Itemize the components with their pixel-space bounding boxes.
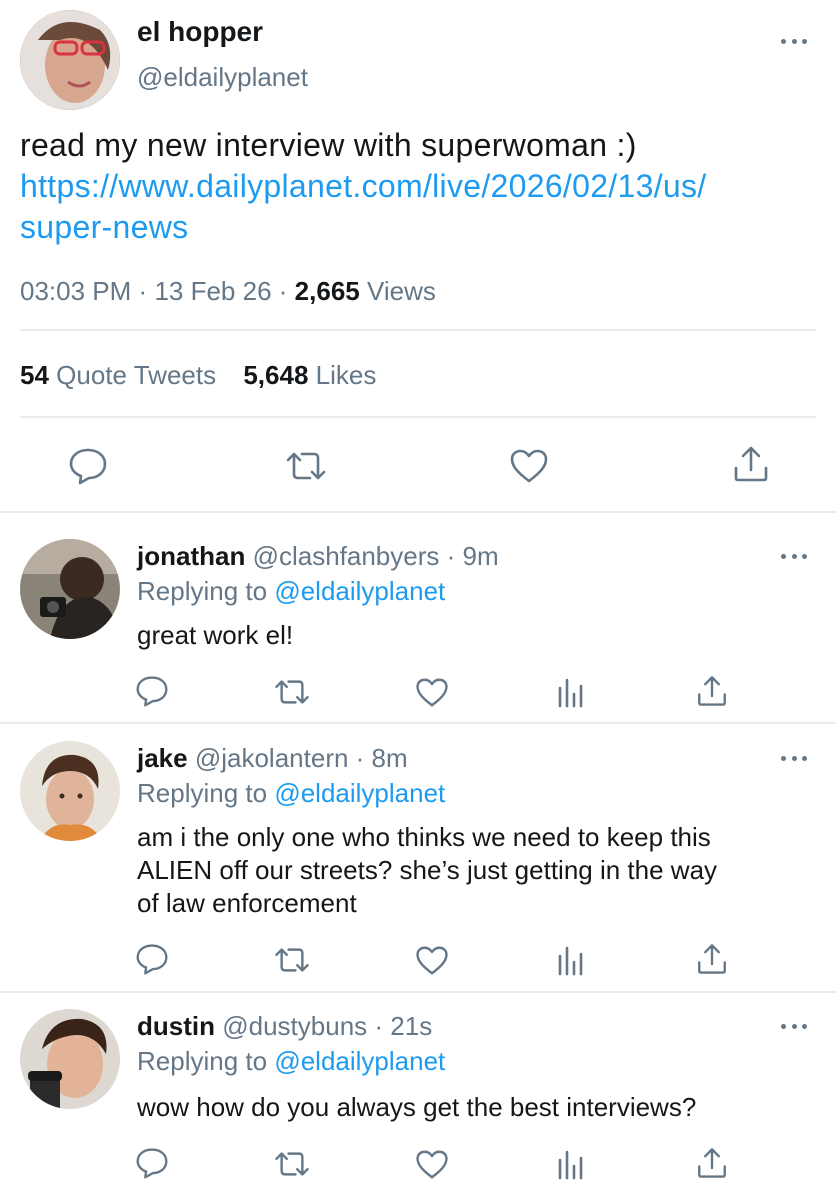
reply-icon[interactable] xyxy=(135,1147,169,1179)
replying-to-handle[interactable]: @eldailyplanet xyxy=(274,1046,445,1076)
engagement-stats: 54 Quote Tweets 5,648 Likes xyxy=(20,360,376,391)
reply-text-line: of law enforcement xyxy=(137,888,357,918)
more-icon[interactable] xyxy=(781,1022,807,1030)
tweet-time[interactable]: 03:03 PM xyxy=(20,276,131,306)
views-label: Views xyxy=(366,276,436,306)
meta-separator: · xyxy=(278,276,288,306)
share-icon[interactable] xyxy=(695,674,729,708)
views-count: 2,665 xyxy=(294,276,360,306)
tweet-date[interactable]: 13 Feb 26 xyxy=(154,276,271,306)
tweet-meta: 03:03 PM · 13 Feb 26 · 2,665 Views xyxy=(20,276,436,307)
divider xyxy=(20,416,816,418)
reply-author-name[interactable]: jake xyxy=(137,743,188,773)
share-icon[interactable] xyxy=(731,444,771,484)
reply-text-line: ALIEN off our streets? she’s just gettin… xyxy=(137,855,718,885)
reply-author-handle[interactable]: @dustybuns xyxy=(222,1011,367,1041)
likes-count: 5,648 xyxy=(243,360,309,390)
handle[interactable]: @eldailyplanet xyxy=(137,62,308,93)
reply-icon[interactable] xyxy=(68,447,108,485)
more-icon[interactable] xyxy=(781,552,807,560)
divider xyxy=(0,991,836,993)
replying-to: Replying to @eldailyplanet xyxy=(137,1046,445,1077)
heart-icon[interactable] xyxy=(415,1149,449,1180)
heart-icon[interactable] xyxy=(415,677,449,708)
heart-icon[interactable] xyxy=(509,448,549,484)
reply-header: jake @jakolantern · 8m xyxy=(137,743,408,774)
reply-header: dustin @dustybuns · 21s xyxy=(137,1011,432,1042)
retweet-icon[interactable] xyxy=(273,946,311,974)
replying-to-handle[interactable]: @eldailyplanet xyxy=(274,576,445,606)
reply-text: great work el! xyxy=(137,620,294,650)
reply-author-handle[interactable]: @clashfanbyers xyxy=(253,541,440,571)
avatar[interactable] xyxy=(20,539,120,639)
quote-label: Quote Tweets xyxy=(56,360,217,390)
avatar[interactable] xyxy=(20,1009,120,1109)
likes-label: Likes xyxy=(315,360,377,390)
replying-to: Replying to @eldailyplanet xyxy=(137,576,445,607)
divider xyxy=(0,511,836,513)
replying-to-handle[interactable]: @eldailyplanet xyxy=(274,778,445,808)
replying-to-label: Replying to xyxy=(137,778,268,808)
avatar[interactable] xyxy=(20,10,120,110)
retweet-icon[interactable] xyxy=(273,678,311,706)
quote-count: 54 xyxy=(20,360,49,390)
replying-to: Replying to @eldailyplanet xyxy=(137,778,445,809)
reply-time[interactable]: · 9m xyxy=(447,541,499,571)
share-icon[interactable] xyxy=(695,1146,729,1180)
more-icon[interactable] xyxy=(781,754,807,762)
reply-text: wow how do you always get the best inter… xyxy=(137,1092,697,1122)
analytics-icon[interactable] xyxy=(557,944,585,976)
retweet-icon[interactable] xyxy=(284,450,328,482)
reply-text-line: am i the only one who thinks we need to … xyxy=(137,822,711,852)
analytics-icon[interactable] xyxy=(557,1148,585,1180)
tweet-link[interactable]: https://www.dailyplanet.com/live/2026/02… xyxy=(20,168,706,205)
reply-header: jonathan @clashfanbyers · 9m xyxy=(137,541,499,572)
avatar[interactable] xyxy=(20,741,120,841)
reply-icon[interactable] xyxy=(135,943,169,975)
reply-author-name[interactable]: dustin xyxy=(137,1011,215,1041)
display-name[interactable]: el hopper xyxy=(137,16,263,48)
reply-icon[interactable] xyxy=(135,675,169,707)
divider xyxy=(20,329,816,331)
divider xyxy=(0,722,836,724)
quote-tweets-link[interactable]: 54 Quote Tweets xyxy=(20,360,223,390)
meta-separator: · xyxy=(138,276,148,306)
replying-to-label: Replying to xyxy=(137,576,268,606)
reply-author-handle[interactable]: @jakolantern xyxy=(195,743,349,773)
retweet-icon[interactable] xyxy=(273,1150,311,1178)
analytics-icon[interactable] xyxy=(557,676,585,708)
share-icon[interactable] xyxy=(695,942,729,976)
tweet-text: read my new interview with superwoman :) xyxy=(20,127,637,163)
more-icon[interactable] xyxy=(781,37,807,45)
tweet-link-continued[interactable]: super-news xyxy=(20,209,188,246)
replying-to-label: Replying to xyxy=(137,1046,268,1076)
reply-time[interactable]: · 21s xyxy=(374,1011,432,1041)
likes-link[interactable]: 5,648 Likes xyxy=(243,360,376,390)
reply-time[interactable]: · 8m xyxy=(356,743,408,773)
heart-icon[interactable] xyxy=(415,945,449,976)
reply-author-name[interactable]: jonathan xyxy=(137,541,245,571)
